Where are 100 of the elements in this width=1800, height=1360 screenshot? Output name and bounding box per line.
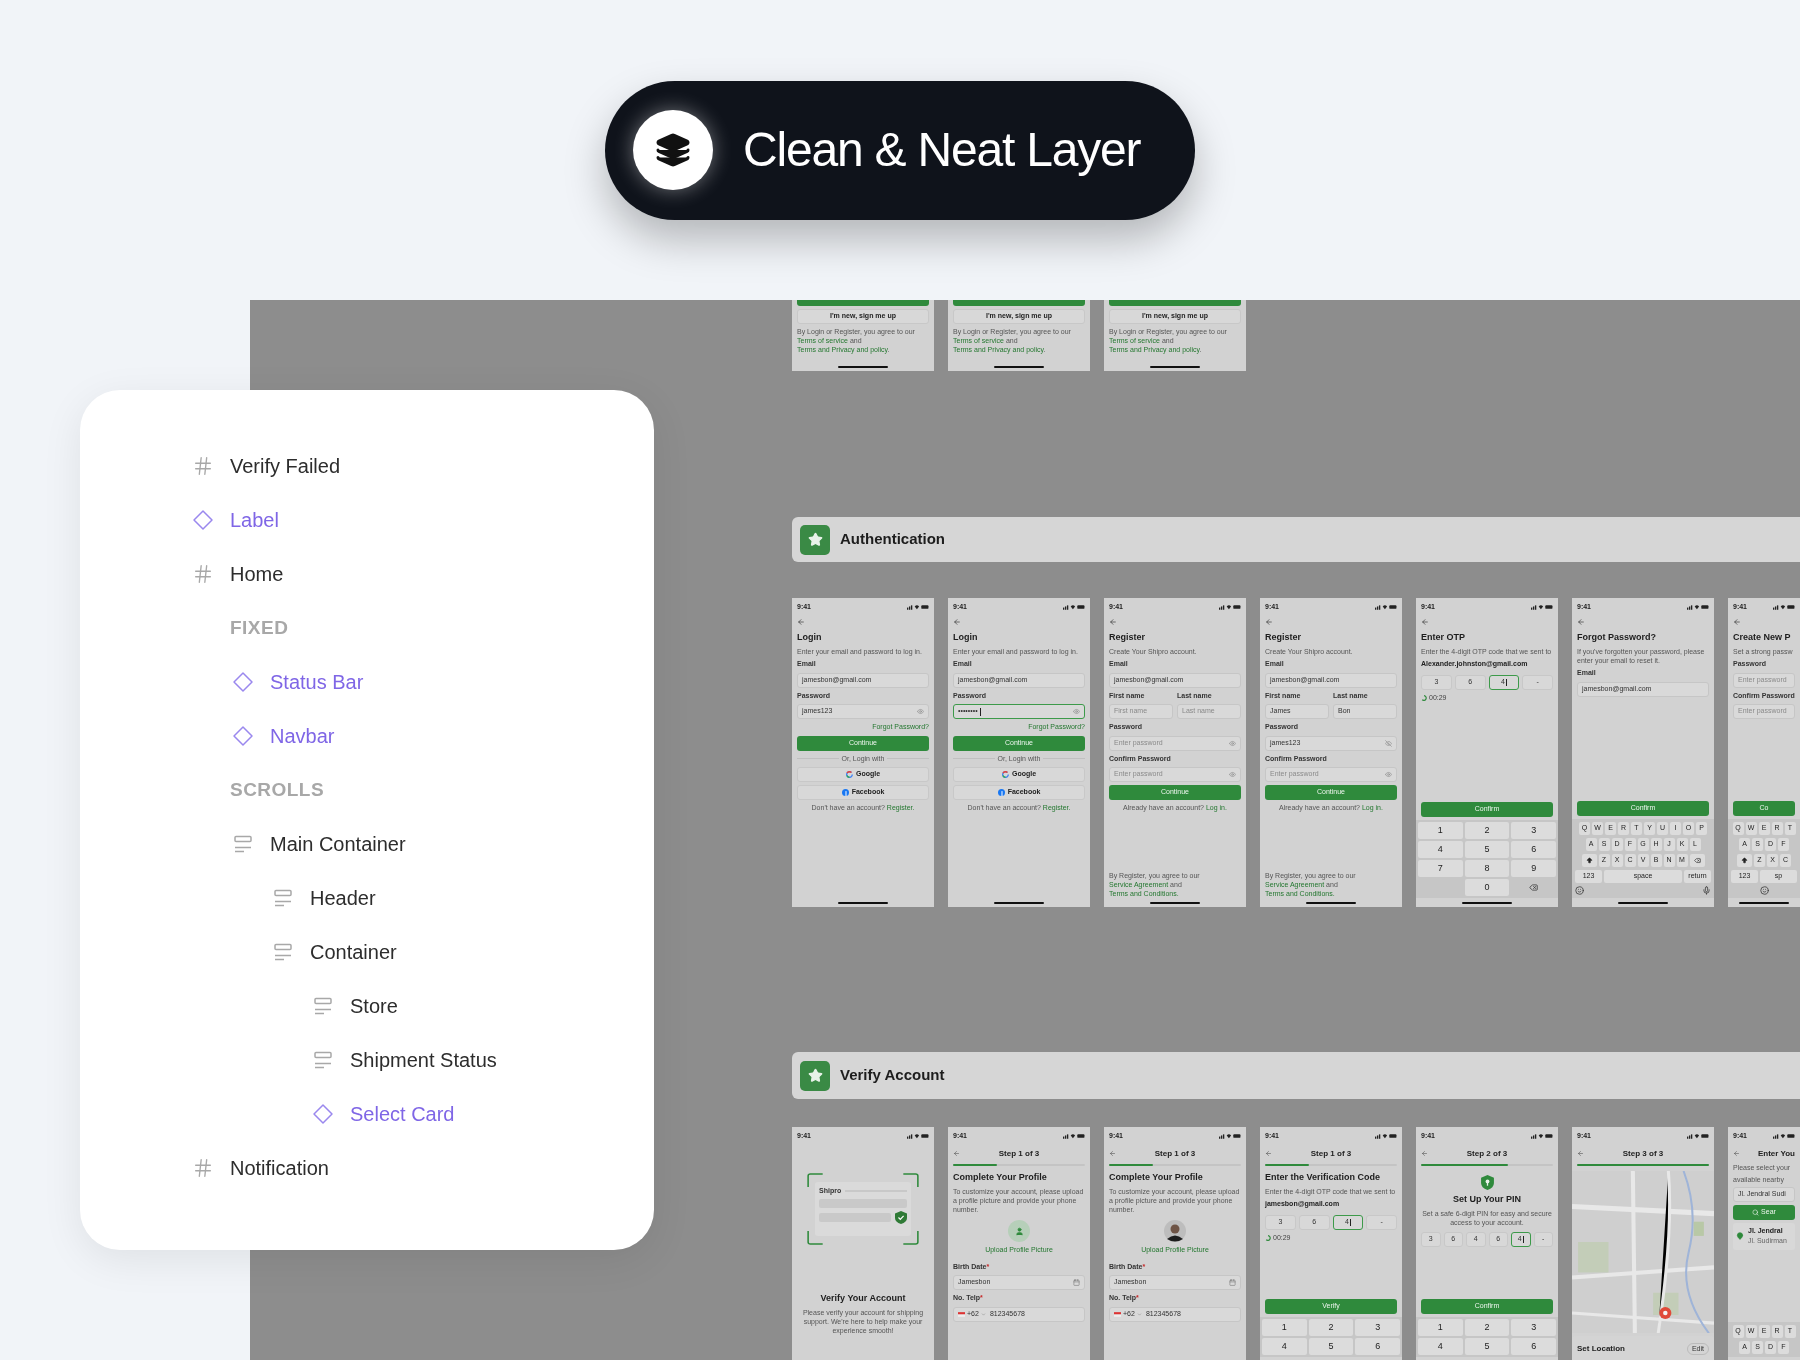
home-indicator bbox=[1306, 902, 1356, 904]
layer-item[interactable]: Store bbox=[350, 991, 398, 1021]
shift-key[interactable] bbox=[1737, 854, 1752, 867]
layer-item[interactable]: Select Card bbox=[350, 1099, 455, 1129]
keypad-key[interactable]: 1 bbox=[1262, 1319, 1307, 1336]
home-indicator bbox=[1618, 902, 1668, 904]
eye-icon[interactable] bbox=[1073, 708, 1080, 715]
profile-placeholder-icon[interactable] bbox=[1008, 1220, 1030, 1242]
keypad-key[interactable]: 4 bbox=[1262, 1338, 1307, 1355]
keypad-key[interactable]: 4 bbox=[1418, 1338, 1463, 1355]
diamond-icon bbox=[192, 509, 214, 531]
screen-title: Create New P bbox=[1733, 630, 1792, 644]
keypad-key[interactable]: 6 bbox=[1511, 1338, 1556, 1355]
keypad-key[interactable]: 1 bbox=[1418, 1319, 1463, 1336]
map-pin-icon bbox=[1736, 1232, 1744, 1240]
scan-corners-icon bbox=[807, 1172, 919, 1245]
back-arrow-icon[interactable] bbox=[953, 617, 961, 626]
emoji-icon[interactable] bbox=[1759, 886, 1769, 895]
back-arrow-icon[interactable] bbox=[1577, 617, 1585, 626]
microphone-icon[interactable] bbox=[1702, 886, 1711, 895]
signal-wifi-battery-icon bbox=[1773, 604, 1795, 611]
eye-icon[interactable] bbox=[917, 708, 924, 715]
eye-off-icon[interactable] bbox=[1385, 739, 1392, 747]
screen-title: Enter OTP bbox=[1421, 630, 1466, 644]
keypad-key[interactable]: 5 bbox=[1308, 1338, 1354, 1355]
layer-item[interactable]: Header bbox=[310, 883, 376, 913]
home-indicator bbox=[994, 902, 1044, 904]
step-title: Step 3 of 3 bbox=[1621, 1147, 1665, 1160]
eye-icon[interactable] bbox=[1385, 771, 1392, 778]
back-arrow-icon[interactable] bbox=[1109, 1150, 1116, 1157]
step-title: Step 1 of 3 bbox=[1309, 1147, 1353, 1160]
layer-item[interactable]: Navbar bbox=[270, 721, 335, 751]
keypad-key[interactable]: 2 bbox=[1308, 1319, 1354, 1336]
backspace-icon bbox=[1693, 857, 1701, 864]
back-arrow-icon[interactable] bbox=[1265, 1150, 1272, 1157]
keypad-key[interactable]: 6 bbox=[1511, 841, 1556, 858]
search-icon bbox=[1752, 1208, 1760, 1216]
back-arrow-icon[interactable] bbox=[1109, 617, 1117, 626]
keypad-key[interactable]: 6 bbox=[1355, 1338, 1400, 1355]
back-arrow-icon[interactable] bbox=[797, 617, 805, 626]
keypad-key[interactable]: 9 bbox=[1511, 860, 1556, 877]
calendar-icon[interactable] bbox=[1073, 1279, 1080, 1286]
emoji-icon[interactable] bbox=[1575, 886, 1584, 895]
keypad-key[interactable]: 4 bbox=[1418, 841, 1463, 858]
signal-wifi-battery-icon bbox=[1219, 604, 1241, 611]
keypad-key[interactable]: 1 bbox=[1418, 822, 1463, 839]
layer-item[interactable]: Home bbox=[230, 559, 284, 589]
signal-wifi-battery-icon bbox=[1063, 1133, 1085, 1140]
layer-item[interactable]: Status Bar bbox=[270, 667, 364, 697]
screen-title: Complete Your Profile bbox=[1109, 1170, 1204, 1184]
layer-item[interactable]: Label bbox=[230, 505, 279, 535]
profile-silhouette-icon[interactable] bbox=[1164, 1220, 1186, 1242]
calendar-icon[interactable] bbox=[1229, 1279, 1236, 1286]
shield-lock-icon bbox=[1480, 1174, 1494, 1190]
layer-item[interactable]: Main Container bbox=[270, 829, 406, 859]
hash-icon bbox=[192, 563, 214, 585]
home-indicator bbox=[1150, 902, 1200, 904]
back-arrow-icon[interactable] bbox=[1577, 1150, 1584, 1157]
layer-item[interactable]: Shipment Status bbox=[350, 1045, 497, 1075]
screen-title: Enter You bbox=[1757, 1147, 1795, 1160]
back-arrow-icon[interactable] bbox=[1421, 1150, 1428, 1157]
keypad-key[interactable]: 3 bbox=[1511, 822, 1556, 839]
signal-wifi-battery-icon bbox=[1687, 604, 1709, 611]
caret-icon[interactable] bbox=[980, 1311, 986, 1317]
back-arrow-icon[interactable] bbox=[1733, 1150, 1740, 1157]
signal-wifi-battery-icon bbox=[907, 1133, 929, 1140]
hash-icon bbox=[192, 1157, 214, 1179]
signal-wifi-battery-icon bbox=[907, 604, 929, 611]
layer-item[interactable]: Notification bbox=[230, 1153, 329, 1183]
keypad-key[interactable]: 2 bbox=[1464, 822, 1510, 839]
keypad-key[interactable]: 3 bbox=[1355, 1319, 1400, 1336]
layer-item[interactable]: Verify Failed bbox=[230, 451, 341, 481]
layer-item[interactable]: Container bbox=[310, 937, 397, 967]
flag-icon bbox=[958, 1311, 965, 1317]
keypad-key[interactable]: 8 bbox=[1464, 860, 1510, 877]
keypad-key[interactable]: 0 bbox=[1464, 879, 1510, 896]
round-logo-icon bbox=[841, 789, 849, 796]
back-arrow-icon[interactable] bbox=[1421, 617, 1429, 626]
keypad-key[interactable]: 7 bbox=[1418, 860, 1463, 877]
back-arrow-icon[interactable] bbox=[1733, 617, 1741, 626]
shift-key[interactable] bbox=[1581, 854, 1597, 867]
backspace-icon bbox=[1529, 883, 1539, 892]
keypad-key[interactable]: 5 bbox=[1464, 841, 1510, 858]
keypad-key[interactable]: 5 bbox=[1464, 1338, 1510, 1355]
keypad-key[interactable]: 3 bbox=[1511, 1319, 1556, 1336]
diamond-icon bbox=[232, 671, 254, 693]
home-indicator bbox=[994, 366, 1044, 368]
eye-icon[interactable] bbox=[1229, 771, 1236, 778]
home-indicator bbox=[1462, 902, 1512, 904]
back-arrow-icon[interactable] bbox=[953, 1150, 960, 1157]
shift-icon bbox=[1585, 857, 1593, 864]
stacked-rows-icon bbox=[312, 1049, 334, 1071]
stacked-rows-icon bbox=[272, 941, 294, 963]
keypad-key[interactable]: 2 bbox=[1464, 1319, 1510, 1336]
eye-icon[interactable] bbox=[1229, 739, 1236, 747]
backspace-key[interactable] bbox=[1689, 854, 1705, 867]
step-title: Step 1 of 3 bbox=[1153, 1147, 1197, 1160]
flag-icon bbox=[1114, 1311, 1121, 1317]
back-arrow-icon[interactable] bbox=[1265, 617, 1273, 626]
caret-icon[interactable] bbox=[1136, 1311, 1142, 1317]
